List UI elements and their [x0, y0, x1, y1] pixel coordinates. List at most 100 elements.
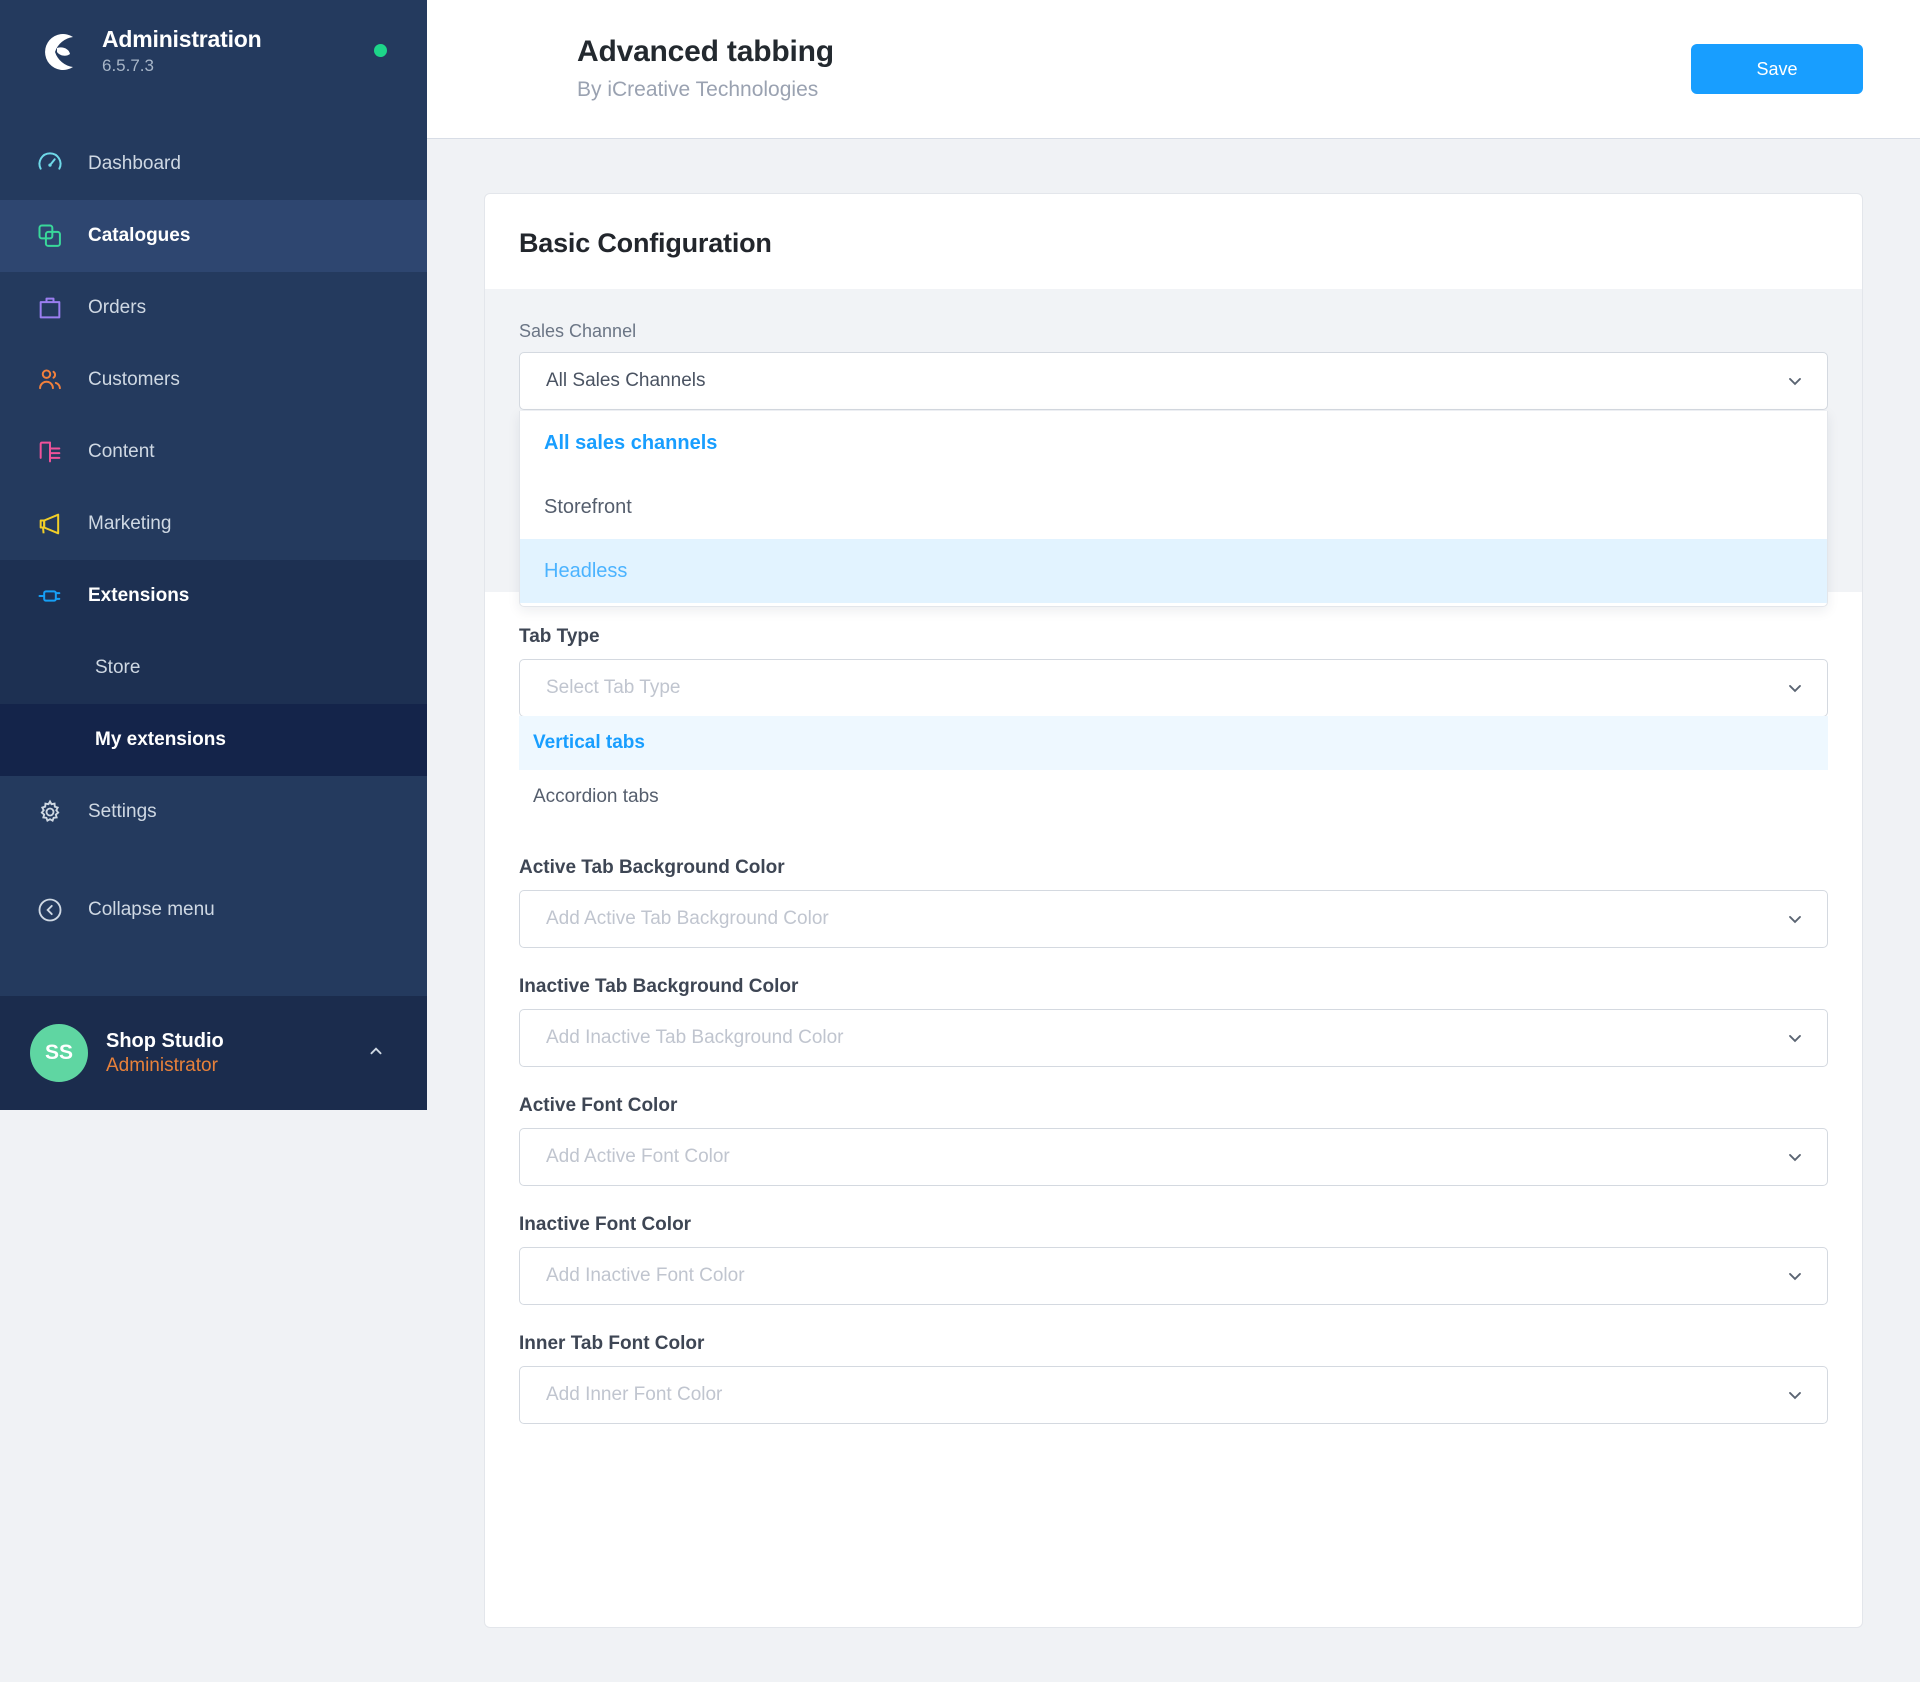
field-label: Active Tab Background Color [519, 857, 785, 878]
sidebar: Administration 6.5.7.3 Dashboard Catalog… [0, 0, 427, 1110]
content-icon [30, 432, 70, 472]
status-dot-icon [374, 44, 387, 57]
field-placeholder: Add Inner Font Color [546, 1384, 723, 1405]
field-label: Active Font Color [519, 1095, 678, 1116]
sales-channel-select[interactable]: All Sales Channels [519, 352, 1828, 410]
collapse-menu-button[interactable]: Collapse menu [0, 874, 427, 946]
sales-channel-section: Sales Channel All Sales Channels All sal… [485, 289, 1862, 607]
sales-channel-dropdown[interactable]: All sales channels Storefront Headless [519, 411, 1828, 607]
inactive-font-color-field: Inactive Font Color Add Inactive Font Co… [519, 1214, 1828, 1305]
sidebar-brand[interactable]: Administration 6.5.7.3 [0, 0, 427, 102]
card-header: Basic Configuration [485, 194, 1862, 289]
sidebar-item-label: Settings [88, 801, 157, 822]
user-profile[interactable]: SS Shop Studio Administrator [0, 996, 427, 1110]
field-label: Inner Tab Font Color [519, 1333, 705, 1354]
gear-icon [30, 792, 70, 832]
field-placeholder: Add Inactive Font Color [546, 1265, 745, 1286]
field-placeholder: Add Active Font Color [546, 1146, 730, 1167]
dropdown-option-accordion-tabs[interactable]: Accordion tabs [519, 770, 1828, 824]
inactive-tab-background-color-field: Inactive Tab Background Color Add Inacti… [519, 976, 1828, 1067]
collapse-menu-label: Collapse menu [88, 899, 215, 920]
dropdown-option-vertical-tabs[interactable]: Vertical tabs [519, 716, 1828, 770]
page-title: Advanced tabbing [577, 35, 834, 68]
save-button[interactable]: Save [1691, 44, 1863, 94]
dropdown-option-label: Accordion tabs [533, 786, 659, 807]
sidebar-item-label: Catalogues [88, 225, 191, 246]
active-font-color-field: Active Font Color Add Active Font Color [519, 1095, 1828, 1186]
inner-tab-font-color-select[interactable]: Add Inner Font Color [519, 1366, 1828, 1424]
dropdown-option-label: Storefront [544, 495, 632, 518]
dropdown-option-headless[interactable]: Headless [520, 539, 1827, 603]
sidebar-subitem-my-extensions[interactable]: My extensions [0, 704, 427, 776]
page-subtitle: By iCreative Technologies [577, 77, 819, 101]
sidebar-item-content[interactable]: Content [0, 416, 427, 488]
active-font-color-select[interactable]: Add Active Font Color [519, 1128, 1828, 1186]
main-area: Advanced tabbing By iCreative Technologi… [427, 0, 1920, 1682]
user-name: Shop Studio [106, 1029, 224, 1052]
tab-type-label: Tab Type [519, 626, 600, 647]
sidebar-item-orders[interactable]: Orders [0, 272, 427, 344]
tab-type-dropdown[interactable]: Vertical tabs Accordion tabs [519, 716, 1828, 824]
card-title: Basic Configuration [519, 228, 772, 258]
dropdown-option-storefront[interactable]: Storefront [520, 475, 1827, 539]
page-header-text: Advanced tabbing By iCreative Technologi… [577, 33, 1691, 105]
app-root: Administration 6.5.7.3 Dashboard Catalog… [0, 0, 1920, 1682]
chevron-down-icon [1785, 1385, 1805, 1405]
sales-channel-value: All Sales Channels [546, 370, 706, 391]
customers-icon [30, 360, 70, 400]
inactive-tab-background-color-select[interactable]: Add Inactive Tab Background Color [519, 1009, 1828, 1067]
sales-channel-label: Sales Channel [519, 321, 637, 341]
user-role: Administrator [106, 1054, 218, 1076]
chevron-down-icon [1785, 909, 1805, 929]
chevron-down-icon [1785, 678, 1805, 698]
chevron-down-icon [1785, 1266, 1805, 1286]
sidebar-item-label: Orders [88, 297, 147, 318]
field-label: Inactive Tab Background Color [519, 976, 799, 997]
sidebar-item-label: Marketing [88, 513, 172, 534]
sidebar-item-customers[interactable]: Customers [0, 344, 427, 416]
sidebar-item-label: Content [88, 441, 155, 462]
field-label: Inactive Font Color [519, 1214, 692, 1235]
active-tab-background-color-select[interactable]: Add Active Tab Background Color [519, 890, 1828, 948]
marketing-icon [30, 504, 70, 544]
sidebar-item-label: Customers [88, 369, 180, 390]
dropdown-option-all-sales-channels[interactable]: All sales channels [520, 411, 1827, 475]
sidebar-item-label: Dashboard [88, 153, 181, 174]
chevron-up-icon[interactable] [365, 1040, 387, 1067]
dropdown-option-label: Vertical tabs [533, 732, 645, 753]
active-tab-background-color-field: Active Tab Background Color Add Active T… [519, 857, 1828, 948]
extensions-icon [30, 576, 70, 616]
sidebar-item-settings[interactable]: Settings [0, 776, 427, 848]
sidebar-subitem-store[interactable]: Store [0, 632, 427, 704]
sidebar-item-dashboard[interactable]: Dashboard [0, 128, 427, 200]
chevron-down-icon [1785, 1028, 1805, 1048]
shopware-logo-icon [30, 24, 86, 80]
page-content: Basic Configuration Sales Channel All Sa… [427, 139, 1920, 1682]
sidebar-item-extensions[interactable]: Extensions [0, 560, 427, 632]
field-placeholder: Add Inactive Tab Background Color [546, 1027, 844, 1048]
collapse-left-icon [30, 890, 70, 930]
sidebar-version: 6.5.7.3 [102, 56, 154, 76]
tab-type-value: Select Tab Type [546, 677, 681, 698]
page-header: Advanced tabbing By iCreative Technologi… [427, 0, 1920, 139]
sidebar-nav: Dashboard Catalogues Orders Customers Co… [0, 128, 427, 848]
inner-tab-font-color-field: Inner Tab Font Color Add Inner Font Colo… [519, 1333, 1828, 1424]
sidebar-item-marketing[interactable]: Marketing [0, 488, 427, 560]
sidebar-item-label: Extensions [88, 585, 190, 606]
chevron-down-icon [1785, 1147, 1805, 1167]
basic-configuration-card: Basic Configuration Sales Channel All Sa… [484, 193, 1863, 1628]
avatar: SS [30, 1024, 88, 1082]
sidebar-brand-title: Administration [102, 25, 262, 52]
sidebar-subitem-label: My extensions [95, 729, 226, 750]
card-body: Tab Type Select Tab Type Vertical tabs A… [485, 592, 1862, 1424]
gauge-icon [30, 144, 70, 184]
chevron-down-icon [1785, 371, 1805, 391]
tab-type-select[interactable]: Select Tab Type [519, 659, 1828, 717]
inactive-font-color-select[interactable]: Add Inactive Font Color [519, 1247, 1828, 1305]
catalogue-icon [30, 216, 70, 256]
dropdown-option-label: Headless [544, 559, 628, 582]
sidebar-item-catalogues[interactable]: Catalogues [0, 200, 427, 272]
field-placeholder: Add Active Tab Background Color [546, 908, 829, 929]
dropdown-option-label: All sales channels [544, 431, 718, 454]
sidebar-subitem-label: Store [95, 657, 141, 678]
